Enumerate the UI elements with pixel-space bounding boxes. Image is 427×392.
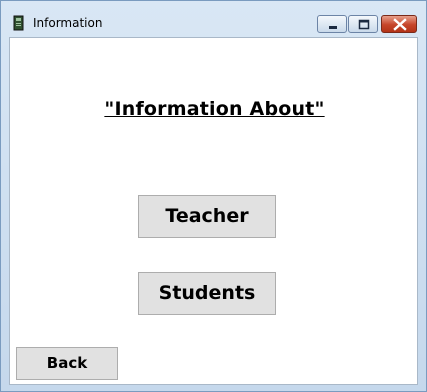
window-title: Information — [33, 16, 103, 30]
title-bar[interactable]: Information — [1, 1, 426, 36]
minimize-icon — [329, 26, 337, 29]
maximize-icon — [358, 19, 370, 30]
window-frame: Information "Information About" Teacher … — [0, 0, 427, 392]
page-heading: "Information About" — [104, 98, 325, 120]
teacher-button[interactable]: Teacher — [138, 195, 276, 238]
minimize-button[interactable] — [317, 15, 347, 33]
back-button[interactable]: Back — [16, 347, 118, 380]
students-button[interactable]: Students — [138, 272, 276, 315]
client-area: "Information About" Teacher Students Bac… — [9, 37, 418, 385]
maximize-button[interactable] — [348, 15, 378, 33]
close-icon — [393, 18, 407, 31]
close-button[interactable] — [381, 15, 417, 33]
book-icon — [13, 15, 25, 31]
